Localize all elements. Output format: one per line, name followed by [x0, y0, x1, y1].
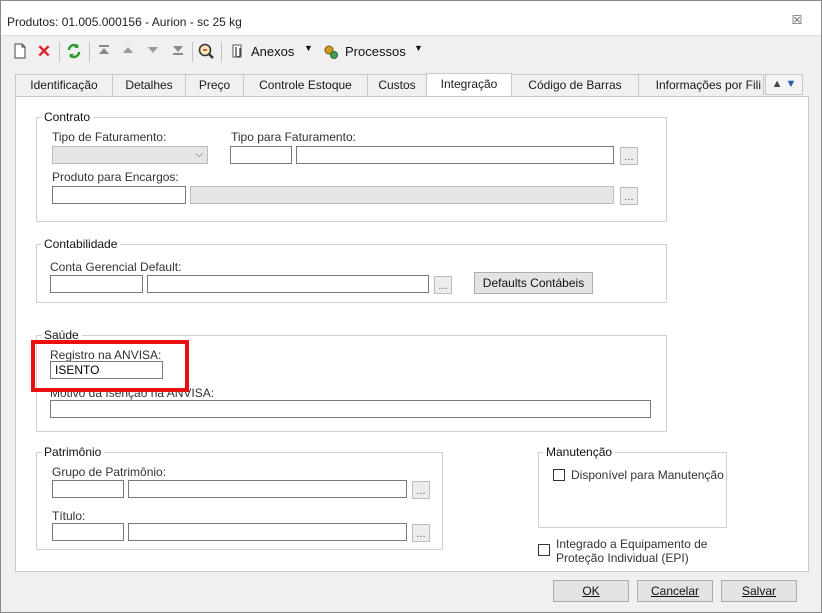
tab-scroll-up-icon[interactable]: ▲: [772, 78, 783, 90]
save-button-label: Salvar: [741, 584, 776, 598]
epi-label-line2[interactable]: Proteção Individual (EPI): [556, 551, 689, 565]
anexos-dropdown-icon[interactable]: ▼: [304, 43, 313, 53]
disponivel-manutencao-checkbox[interactable]: [553, 469, 565, 481]
tipo-faturamento-combo[interactable]: ⌵: [52, 146, 208, 164]
tab-codigo-de-barras[interactable]: Código de Barras: [511, 74, 639, 96]
grupo-patrimonio-desc-input[interactable]: [128, 480, 407, 498]
ok-button-label: OK: [582, 584, 600, 598]
delete-icon[interactable]: ✕: [35, 43, 53, 61]
conta-gerencial-lookup-button[interactable]: ...: [434, 276, 452, 294]
disponivel-manutencao-label[interactable]: Disponível para Manutenção: [571, 468, 724, 482]
toolbar-separator: [59, 42, 60, 62]
titulo-code-input[interactable]: [52, 523, 124, 541]
group-manutencao: Manutenção Disponível para Manutenção: [538, 445, 727, 528]
tipo-para-faturamento-lookup-button[interactable]: ...: [620, 147, 638, 165]
group-title-contabilidade: Contabilidade: [41, 237, 121, 251]
conta-gerencial-code-input[interactable]: [50, 275, 143, 293]
produto-encargos-label: Produto para Encargos:: [52, 170, 179, 184]
grupo-patrimonio-lookup-button[interactable]: ...: [412, 481, 430, 499]
defaults-contabeis-button[interactable]: Defaults Contábeis: [474, 272, 593, 294]
tab-strip: Identificação Detalhes Preço Controle Es…: [15, 73, 807, 97]
motivo-isencao-input[interactable]: [50, 400, 651, 418]
group-contrato: Contrato Tipo de Faturamento: ⌵ Tipo par…: [36, 110, 667, 222]
produto-encargos-lookup-button[interactable]: ...: [620, 187, 638, 205]
tab-preco[interactable]: Preço: [185, 74, 244, 96]
tab-identificacao[interactable]: Identificação: [15, 74, 113, 96]
tab-integracao[interactable]: Integração: [426, 73, 512, 97]
tab-scroll-arrows[interactable]: ▲ ▼: [765, 74, 803, 95]
titulo-label: Título:: [52, 509, 86, 523]
grupo-patrimonio-label: Grupo de Patrimônio:: [52, 465, 167, 479]
cancel-button[interactable]: Cancelar: [637, 580, 713, 602]
conta-gerencial-desc-input[interactable]: [147, 275, 429, 293]
titulo-lookup-button[interactable]: ...: [412, 524, 430, 542]
group-patrimonio: Patrimônio Grupo de Patrimônio: ... Títu…: [36, 445, 443, 550]
ok-button[interactable]: OK: [553, 580, 629, 602]
conta-gerencial-label: Conta Gerencial Default:: [50, 260, 182, 274]
group-contabilidade: Contabilidade Conta Gerencial Default: .…: [36, 237, 667, 303]
chevron-down-icon: ⌵: [195, 149, 203, 160]
next-icon[interactable]: [144, 43, 162, 61]
toolbar-separator: [221, 42, 222, 62]
highlight-box: [31, 340, 189, 392]
grupo-patrimonio-code-input[interactable]: [52, 480, 124, 498]
tipo-para-faturamento-label: Tipo para Faturamento:: [231, 130, 356, 144]
last-icon[interactable]: [169, 43, 187, 61]
first-icon[interactable]: [95, 43, 113, 61]
tipo-para-faturamento-code-input[interactable]: [230, 146, 292, 164]
tab-controle-estoque[interactable]: Controle Estoque: [243, 74, 368, 96]
refresh-icon[interactable]: [65, 43, 83, 61]
new-icon[interactable]: [11, 43, 29, 61]
toolbar-separator: [89, 42, 90, 62]
tipo-faturamento-label: Tipo de Faturamento:: [52, 130, 167, 144]
close-icon[interactable]: ☒: [789, 13, 805, 27]
group-title-patrimonio: Patrimônio: [41, 445, 105, 459]
previous-icon[interactable]: [119, 43, 137, 61]
search-icon[interactable]: [197, 42, 215, 60]
tab-custos[interactable]: Custos: [367, 74, 427, 96]
attachments-icon[interactable]: [229, 43, 247, 61]
anexos-menu[interactable]: Anexos: [251, 44, 294, 59]
tab-panel-integracao: Contrato Tipo de Faturamento: ⌵ Tipo par…: [15, 96, 809, 572]
toolbar: ✕ Anexos ▼ Processos ▼: [1, 36, 821, 68]
group-title-manutencao: Manutenção: [543, 445, 616, 459]
processes-icon[interactable]: [322, 43, 340, 61]
produto-encargos-desc-input: [190, 186, 614, 204]
titulo-desc-input[interactable]: [128, 523, 407, 541]
epi-label-line1[interactable]: Integrado a Equipamento de: [556, 537, 707, 551]
save-button[interactable]: Salvar: [721, 580, 797, 602]
tab-scroll-down-icon[interactable]: ▼: [786, 78, 797, 90]
tab-informacoes-por-filial[interactable]: Informações por Fili: [638, 74, 764, 95]
window-title: Produtos: 01.005.000156 - Aurion - sc 25…: [7, 15, 242, 29]
processos-menu[interactable]: Processos: [345, 44, 406, 59]
toolbar-separator: [192, 42, 193, 62]
tipo-para-faturamento-desc-input[interactable]: [296, 146, 614, 164]
produto-encargos-code-input[interactable]: [52, 186, 186, 204]
group-title-contrato: Contrato: [41, 110, 94, 124]
title-bar: Produtos: 01.005.000156 - Aurion - sc 25…: [1, 1, 821, 36]
tab-detalhes[interactable]: Detalhes: [112, 74, 186, 96]
processos-dropdown-icon[interactable]: ▼: [414, 43, 423, 53]
epi-checkbox[interactable]: [538, 544, 550, 556]
cancel-button-label: Cancelar: [650, 584, 700, 598]
